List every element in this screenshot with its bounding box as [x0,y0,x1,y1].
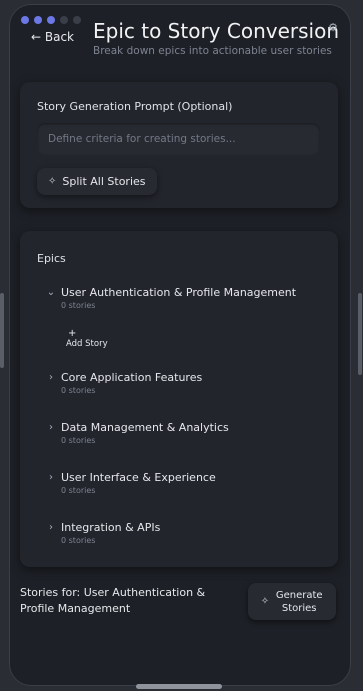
app-frame: ← Back Epic to Story Conversion Break do… [9,4,351,686]
page-title: Epic to Story Conversion [93,19,339,43]
chevron-right-icon: › [49,522,53,533]
epic-name: Data Management & Analytics [61,421,229,434]
epic-name: User Interface & Experience [61,471,216,484]
chevron-right-icon: › [49,422,53,433]
scrollbar[interactable] [358,293,362,375]
split-all-stories-button[interactable]: ✧ Split All Stories [37,168,157,195]
add-story-label: Add Story [66,339,108,349]
progress-dot [47,16,55,24]
sparkle-icon: ✧ [48,176,57,187]
epics-card: Epics ⌄ User Authentication & Profile Ma… [20,231,338,567]
progress-dot [34,16,42,24]
epic-story-count: 0 stories [61,436,96,445]
epic-story-count: 0 stories [61,536,96,545]
epic-story-count: 0 stories [61,486,96,495]
chevron-right-icon: › [49,372,53,383]
epic-name: Core Application Features [61,371,203,384]
chevron-right-icon: › [49,472,53,483]
epic-story-count: 0 stories [61,386,96,395]
progress-dot [73,16,81,24]
home-indicator [136,684,222,689]
plus-icon: + [68,328,77,339]
progress-dot [60,16,68,24]
epic-story-count: 0 stories [61,301,96,310]
epic-name: User Authentication & Profile Management [61,286,297,299]
epics-title: Epics [37,252,66,265]
progress-dots [21,16,81,24]
sparkle-icon: ✧ [260,596,270,607]
epic-name: Integration & APIs [61,521,161,534]
prompt-input[interactable] [37,123,320,155]
page-subtitle: Break down epics into actionable user st… [93,45,332,57]
generate-stories-button[interactable]: ✧ Generate Stories [248,583,336,620]
chevron-down-icon: ⌄ [46,287,56,298]
side-edge-left [0,293,4,368]
settings-icon[interactable]: ⚙ [328,21,338,34]
back-button[interactable]: ← Back [31,30,74,44]
add-story-button[interactable]: + Add Story [66,328,108,350]
generate-stories-label: Generate Stories [275,589,323,614]
progress-dot [21,16,29,24]
stories-for-heading: Stories for: User Authentication & Profi… [20,586,206,615]
split-button-label: Split All Stories [62,175,146,188]
prompt-card: Story Generation Prompt (Optional) ✧ Spl… [20,82,338,208]
prompt-label: Story Generation Prompt (Optional) [37,100,233,113]
